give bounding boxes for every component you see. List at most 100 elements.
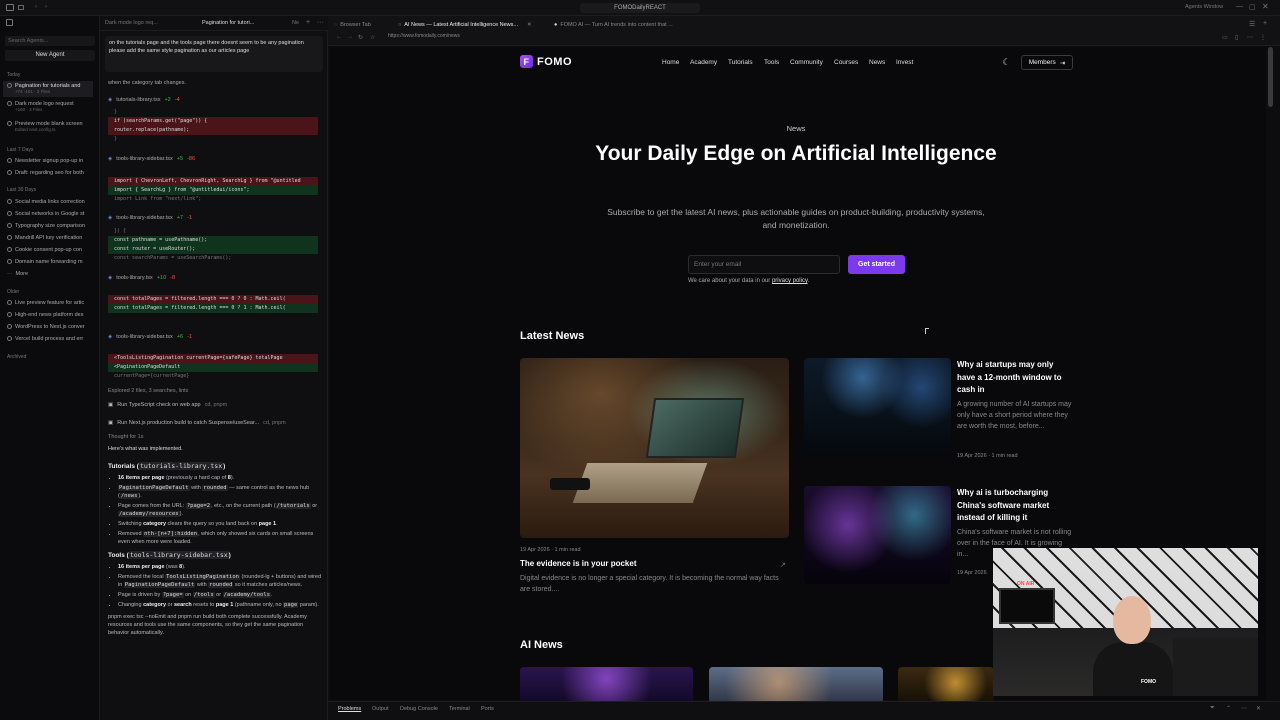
panel-toggle-icon[interactable] bbox=[6, 19, 13, 26]
feature-article-image[interactable] bbox=[520, 358, 789, 538]
diff-block: const totalPages = filtered.length === 0… bbox=[108, 295, 318, 313]
tab-terminal[interactable]: Terminal bbox=[449, 706, 470, 712]
browser-tab[interactable]: ◌ Browser Tab bbox=[334, 19, 371, 31]
minimize-icon[interactable]: — bbox=[1236, 3, 1243, 10]
nav-tools[interactable]: Tools bbox=[764, 59, 779, 66]
browser-tab[interactable]: ● FOMO AI — Turn AI trends into content t… bbox=[554, 19, 673, 31]
tab-output[interactable]: Output bbox=[372, 706, 389, 712]
page-scrollbar[interactable] bbox=[1268, 47, 1273, 107]
close-icon[interactable]: ✕ bbox=[1262, 2, 1269, 11]
add-tab-icon[interactable]: + bbox=[306, 19, 310, 26]
filter-icon[interactable]: ⏷ bbox=[1210, 705, 1215, 712]
agent-item[interactable]: Mandrill API key verification bbox=[7, 232, 97, 243]
agent-item[interactable]: Cookie consent pop-up con bbox=[7, 244, 97, 255]
new-agent-button[interactable]: New Agent bbox=[5, 50, 95, 61]
site-logo[interactable]: F FOMO bbox=[520, 55, 572, 68]
close-tab-icon[interactable]: ✕ bbox=[527, 22, 532, 28]
chat-tab[interactable]: Dark mode logo req... bbox=[105, 20, 158, 26]
on-air-sign: ON AIR bbox=[1017, 581, 1035, 587]
agent-item[interactable]: Draft: regarding seo for both bbox=[7, 167, 97, 178]
email-input[interactable]: Enter your email bbox=[688, 255, 840, 274]
more-link[interactable]: ··· More bbox=[7, 268, 97, 279]
panel-close-icon[interactable]: ✕ bbox=[1256, 705, 1261, 712]
agent-item[interactable]: Social media links correction bbox=[7, 196, 97, 207]
maximize-icon[interactable]: ▢ bbox=[1249, 3, 1256, 11]
diff-file-header[interactable]: ◈ tools-library-sidebar.tsx +6 -1 bbox=[108, 334, 192, 340]
user-prompt[interactable]: on the tutorials page and the tools page… bbox=[105, 36, 323, 72]
agent-item[interactable]: High-end news platform des bbox=[7, 309, 97, 320]
agent-status-icon bbox=[7, 170, 12, 175]
article-title[interactable]: Why ai is turbocharging China's software… bbox=[957, 487, 1072, 525]
screenshot-icon[interactable]: ▭ bbox=[1222, 34, 1228, 41]
search-agents-input[interactable]: Search Agents... bbox=[5, 36, 95, 46]
article-title[interactable]: Why ai startups may only have a 12-month… bbox=[957, 359, 1072, 397]
nav-home[interactable]: Home bbox=[662, 59, 679, 66]
new-tab-icon[interactable]: + bbox=[1263, 20, 1267, 27]
address-bar[interactable]: https://www.fomodaily.com/news bbox=[388, 33, 460, 39]
nav-courses[interactable]: Courses bbox=[834, 59, 858, 66]
forward-arrow-icon[interactable]: › bbox=[45, 4, 47, 10]
diff-file-header[interactable]: ◈ tools-library-sidebar.tsx +7 -1 bbox=[108, 215, 192, 221]
agent-item[interactable]: WordPress to Next.js conver bbox=[7, 321, 97, 332]
additions: +2 bbox=[164, 97, 171, 103]
diff-file-header[interactable]: ◈ tutorials-library.tsx +2 -4 bbox=[108, 97, 180, 103]
tab-menu-icon[interactable]: ☰ bbox=[1249, 20, 1255, 28]
nav-invest[interactable]: Invest bbox=[896, 59, 913, 66]
run-command[interactable]: ▣ Run Next.js production build to catch S… bbox=[108, 418, 320, 428]
layout-icon[interactable] bbox=[18, 5, 24, 10]
more-icon[interactable]: ⋯ bbox=[1247, 34, 1253, 41]
agent-item[interactable]: Newsletter signup pop-up in bbox=[7, 155, 97, 166]
diff-line: }) { bbox=[114, 228, 127, 234]
browser-tab-active[interactable]: ◌ AI News — Latest Artificial Intelligenc… bbox=[398, 19, 532, 31]
chat-tab[interactable]: Ne bbox=[292, 20, 299, 26]
tab-debug-console[interactable]: Debug Console bbox=[400, 706, 438, 712]
agent-item-label: Domain name forwarding m bbox=[15, 258, 83, 265]
chat-tab-active[interactable]: Pagination for tutori... bbox=[202, 20, 254, 26]
dark-mode-toggle-icon[interactable]: ☾ bbox=[1001, 57, 1012, 68]
terminal-icon: ▣ bbox=[108, 402, 114, 408]
members-button[interactable]: Members ⇥ bbox=[1021, 55, 1073, 70]
agent-item[interactable]: Vercel build process and err bbox=[7, 333, 97, 344]
collapse-icon[interactable]: ⌃ bbox=[1226, 705, 1231, 712]
agent-item[interactable]: Domain name forwarding m bbox=[7, 256, 97, 267]
more-icon[interactable]: ··· bbox=[317, 19, 324, 26]
agents-window-label[interactable]: Agents Window bbox=[1185, 4, 1223, 10]
article-image[interactable] bbox=[804, 486, 951, 584]
nav-academy[interactable]: Academy bbox=[690, 59, 717, 66]
nav-tutorials[interactable]: Tutorials bbox=[728, 59, 753, 66]
agent-item-pagination[interactable]: Pagination for tutorials and +74 -101 · 3… bbox=[3, 81, 93, 97]
agent-item-preview[interactable]: Preview mode blank screen Edited next.con… bbox=[7, 121, 97, 137]
reload-icon[interactable]: ↻ bbox=[358, 34, 363, 41]
feature-article-title[interactable]: The evidence is in your pocket bbox=[520, 558, 636, 571]
run-command[interactable]: ▣ Run TypeScript check on web app cd, pnpm bbox=[108, 400, 320, 410]
thought-indicator[interactable]: Thought for 1s bbox=[108, 434, 143, 440]
nav-community[interactable]: Community bbox=[790, 59, 823, 66]
sidebar-toggle-icon[interactable] bbox=[6, 4, 14, 11]
prompt-text: on the tutorials page and the tools page… bbox=[109, 40, 304, 54]
diff-file-header[interactable]: ◈ tools-library-sidebar.tsx +5 -86 bbox=[108, 156, 195, 162]
agent-item[interactable]: Social networks in Google st bbox=[7, 208, 97, 219]
back-arrow-icon[interactable]: ‹ bbox=[35, 4, 37, 10]
forward-icon[interactable]: → bbox=[347, 34, 353, 40]
split-icon[interactable]: ▯ bbox=[1235, 34, 1238, 41]
agent-status-icon bbox=[7, 199, 12, 204]
nav-news[interactable]: News bbox=[869, 59, 885, 66]
diff-file-header[interactable]: ◈ tools-library.tsx +10 -8 bbox=[108, 275, 175, 281]
arrow-up-right-icon[interactable]: ↗ bbox=[780, 561, 786, 569]
tab-ports[interactable]: Ports bbox=[481, 706, 494, 712]
article-image[interactable] bbox=[804, 358, 951, 456]
browser-menu-icon[interactable]: ⋮ bbox=[1260, 34, 1266, 41]
get-started-button[interactable]: Get started bbox=[848, 255, 905, 274]
agent-item-dark-mode[interactable]: Dark mode logo request +160 · 3 Files bbox=[7, 101, 97, 117]
agent-item[interactable]: Live preview feature for artic bbox=[7, 297, 97, 308]
agent-item[interactable]: Typography size comparison bbox=[7, 220, 97, 231]
group-archived[interactable]: Archived bbox=[7, 354, 26, 360]
tab-problems[interactable]: Problems bbox=[338, 706, 361, 712]
explored-summary[interactable]: Explored 2 files, 3 searches, lints bbox=[108, 388, 188, 394]
tools-heading: Tools ( bbox=[108, 552, 129, 559]
bookmark-icon[interactable]: ☆ bbox=[370, 34, 375, 41]
privacy-policy-link[interactable]: privacy policy bbox=[772, 278, 808, 284]
agent-item-label: Cookie consent pop-up con bbox=[15, 246, 82, 253]
more-icon[interactable]: ⋯ bbox=[1241, 705, 1247, 712]
back-icon[interactable]: ← bbox=[336, 34, 342, 40]
